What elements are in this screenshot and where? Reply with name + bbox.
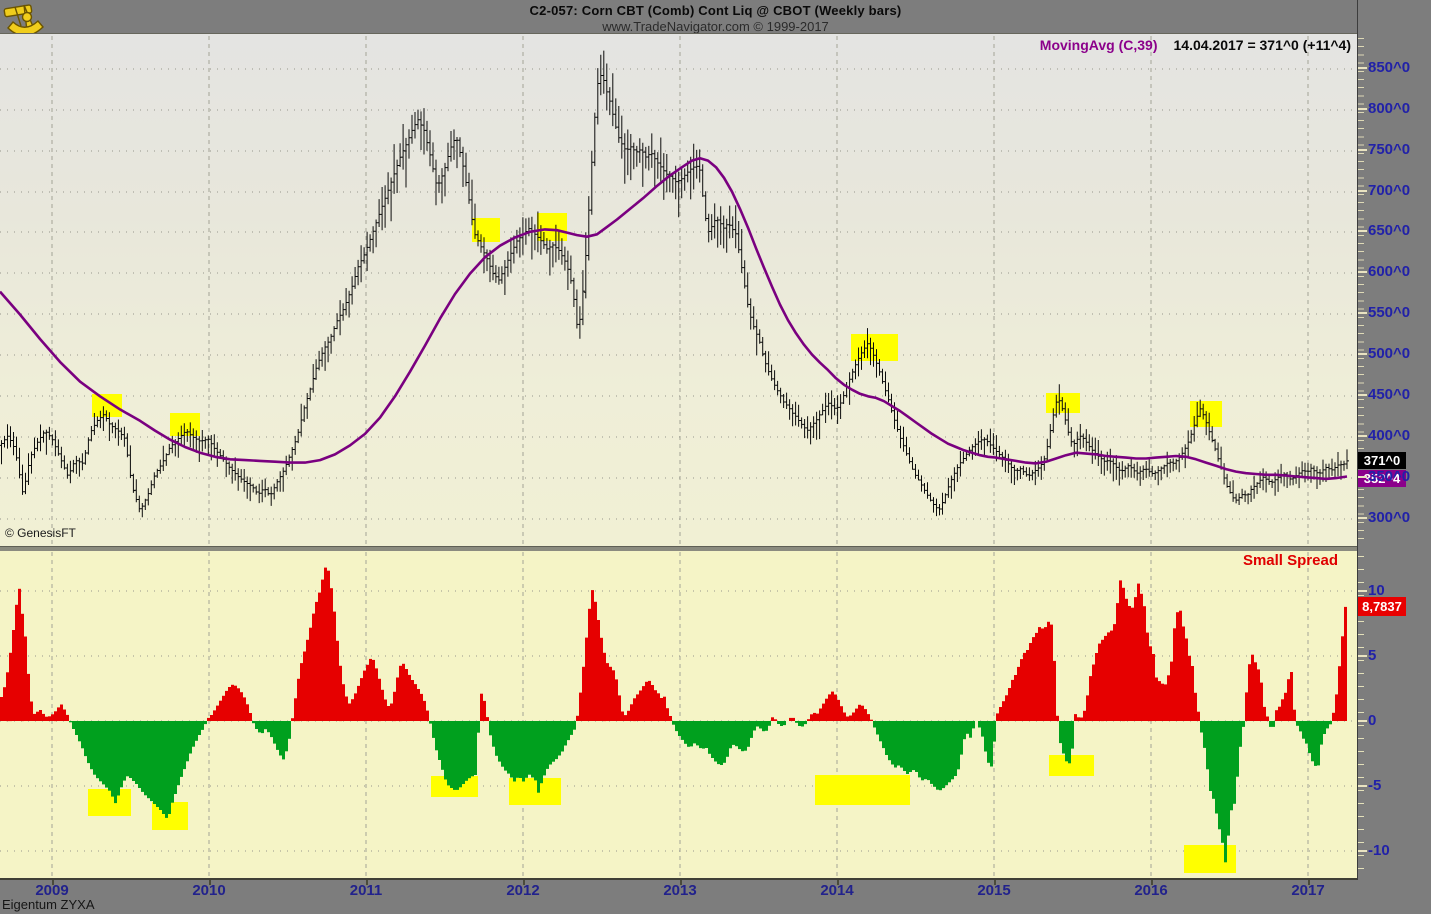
spread-title: Small Spread [1243,552,1338,569]
axis-major-tick [1358,149,1367,151]
axis-major-tick [1358,67,1367,69]
year-label: 2014 [820,882,853,899]
highlight-boxes-lower [88,755,1236,873]
price-chart [0,34,1357,547]
spread-axis-label: 0 [1368,712,1376,730]
year-label: 2012 [506,882,539,899]
spread-histogram [0,568,1347,863]
highlight-boxes-upper [92,213,1222,436]
spread-axis-label: -5 [1368,777,1381,795]
axis-major-tick [1358,850,1367,852]
spread-axis-label: -10 [1368,842,1390,860]
price-axis-label: 550^0 [1368,304,1410,322]
axis-major-tick [1358,108,1367,110]
price-axis[interactable]: 371^0 352^4 8,7837 850^0800^0750^0700^06… [1357,0,1431,914]
spread-chart [0,551,1357,878]
axis-major-tick [1358,517,1367,519]
year-label: 2010 [192,882,225,899]
price-axis-label: 350^0 [1368,468,1410,486]
price-axis-label: 800^0 [1368,100,1410,118]
cursor-readout: 14.04.2017 = 371^0 (+11^4) [1174,37,1352,53]
price-axis-label: 700^0 [1368,182,1410,200]
indicator-header: MovingAvg (C,39) 14.04.2017 = 371^0 (+11… [0,37,1351,53]
price-panel[interactable]: MovingAvg (C,39) 14.04.2017 = 371^0 (+11… [0,33,1357,546]
year-label: 2013 [663,882,696,899]
axis-major-tick [1358,785,1367,787]
year-label: 2015 [977,882,1010,899]
title-bar: C2-057: Corn CBT (Comb) Cont Liq @ CBOT … [0,0,1431,33]
time-axis[interactable]: Eigentum ZYXA 2009 2010 2011 2012 2013 2014 20… [0,880,1431,914]
axis-major-tick [1358,476,1367,478]
axis-major-tick [1358,312,1367,314]
axis-major-tick [1358,230,1367,232]
price-axis-label: 850^0 [1368,59,1410,77]
axis-major-tick [1358,353,1367,355]
axis-major-tick [1358,590,1367,592]
axis-major-tick [1358,720,1367,722]
axis-major-tick [1358,271,1367,273]
price-axis-label: 400^0 [1368,427,1410,445]
spread-axis-label: 5 [1368,647,1376,665]
axis-major-tick [1358,394,1367,396]
watermark-url: www.TradeNavigator.com © 1999-2017 [0,19,1431,34]
price-axis-label: 650^0 [1368,222,1410,240]
price-axis-label: 600^0 [1368,263,1410,281]
price-axis-label: 500^0 [1368,345,1410,363]
axis-major-tick [1358,655,1367,657]
last-price-tag: 371^0 [1358,452,1406,469]
price-axis-label: 300^0 [1368,509,1410,527]
chart-title: C2-057: Corn CBT (Comb) Cont Liq @ CBOT … [0,0,1431,18]
trade-navigator-window: C2-057: Corn CBT (Comb) Cont Liq @ CBOT … [0,0,1431,914]
year-label: 2009 [35,882,68,899]
year-label: 2017 [1291,882,1324,899]
price-axis-label: 750^0 [1368,141,1410,159]
year-label: 2011 [350,882,383,899]
spread-panel[interactable]: Small Spread [0,551,1357,880]
spread-axis-label: 10 [1368,582,1385,600]
axis-major-tick [1358,435,1367,437]
weekly-price-bars [0,51,1349,518]
ownership-label: Eigentum ZYXA [2,897,95,912]
year-label: 2016 [1134,882,1167,899]
genesis-credit: © GenesisFT [5,526,76,540]
indicator-label[interactable]: MovingAvg (C,39) [1040,37,1158,53]
axis-major-tick [1358,190,1367,192]
price-axis-label: 450^0 [1368,386,1410,404]
